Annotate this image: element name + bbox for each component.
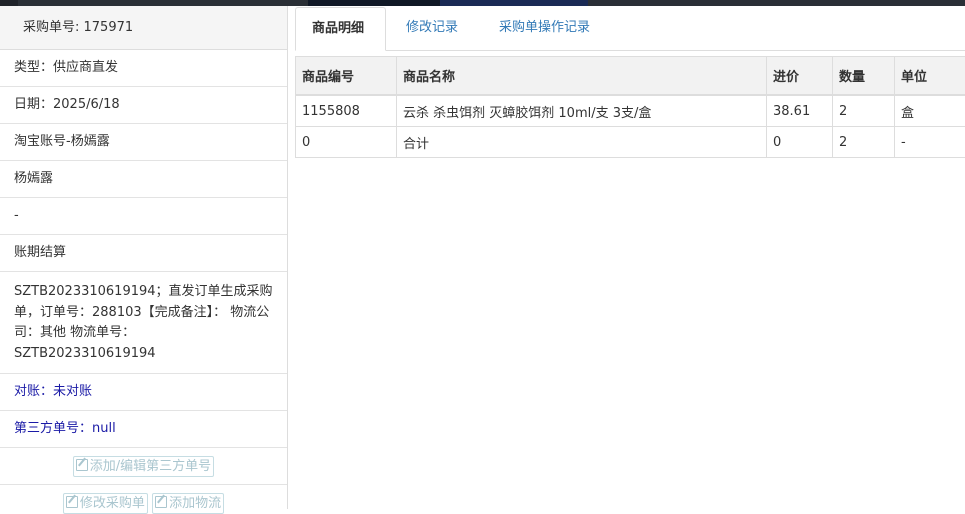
edit-third-party-label: 添加/编辑第三方单号 bbox=[90, 459, 211, 474]
detail-panel: 商品明细 修改记录 采购单操作记录 商品编号 商品名称 进价 数量 单位 115… bbox=[295, 6, 965, 509]
tab-operation-log[interactable]: 采购单操作记录 bbox=[483, 7, 606, 50]
table-row: 1155808 云杀 杀虫饵剂 灭蟑胶饵剂 10ml/支 3支/盒 38.61 … bbox=[296, 95, 965, 127]
reconcile-status[interactable]: 对账：未对账 bbox=[0, 374, 287, 411]
third-party-actions: 添加/编辑第三方单号 bbox=[0, 448, 287, 485]
col-quantity: 数量 bbox=[833, 57, 895, 96]
cell-quantity: 2 bbox=[833, 95, 895, 127]
cell-price: 38.61 bbox=[767, 95, 833, 127]
cell-product-name: 云杀 杀虫饵剂 灭蟑胶饵剂 10ml/支 3支/盒 bbox=[397, 95, 767, 127]
col-product-code: 商品编号 bbox=[296, 57, 397, 96]
col-price: 进价 bbox=[767, 57, 833, 96]
buyer-name: 杨嫣露 bbox=[0, 161, 287, 198]
table-row: 0 合计 0 2 - bbox=[296, 127, 965, 158]
edit-icon bbox=[66, 496, 78, 508]
order-date: 日期：2025/6/18 bbox=[0, 87, 287, 124]
tab-change-log[interactable]: 修改记录 bbox=[390, 7, 474, 50]
cell-unit: 盒 bbox=[895, 95, 965, 127]
col-unit: 单位 bbox=[895, 57, 965, 96]
table-header-row: 商品编号 商品名称 进价 数量 单位 bbox=[296, 57, 965, 96]
order-number-header: 采购单号: 175971 bbox=[0, 6, 287, 50]
edit-order-button[interactable]: 修改采购单 bbox=[63, 493, 148, 514]
empty-field: - bbox=[0, 198, 287, 235]
add-logistics-button[interactable]: 添加物流 bbox=[152, 493, 224, 514]
edit-third-party-button[interactable]: 添加/编辑第三方单号 bbox=[73, 456, 214, 477]
edit-icon bbox=[155, 496, 167, 508]
cell-product-name: 合计 bbox=[397, 127, 767, 158]
order-type: 类型：供应商直发 bbox=[0, 50, 287, 87]
order-actions: 修改采购单 添加物流 bbox=[0, 485, 287, 514]
col-product-name: 商品名称 bbox=[397, 57, 767, 96]
cell-product-code: 1155808 bbox=[296, 95, 397, 127]
order-info-panel: 采购单号: 175971 类型：供应商直发 日期：2025/6/18 淘宝账号-… bbox=[0, 6, 288, 509]
cell-product-code: 0 bbox=[296, 127, 397, 158]
tab-bar: 商品明细 修改记录 采购单操作记录 bbox=[295, 6, 965, 51]
edit-icon bbox=[76, 459, 88, 471]
order-note: SZTB2023310619194；直发订单生成采购单，订单号：288103【完… bbox=[0, 272, 287, 374]
settlement-type: 账期结算 bbox=[0, 235, 287, 272]
product-table: 商品编号 商品名称 进价 数量 单位 1155808 云杀 杀虫饵剂 灭蟑胶饵剂… bbox=[295, 56, 965, 158]
cell-quantity: 2 bbox=[833, 127, 895, 158]
cell-price: 0 bbox=[767, 127, 833, 158]
cell-unit: - bbox=[895, 127, 965, 158]
third-party-number: 第三方单号：null bbox=[0, 411, 287, 448]
taobao-account: 淘宝账号-杨嫣露 bbox=[0, 124, 287, 161]
tab-product-detail[interactable]: 商品明细 bbox=[295, 7, 386, 51]
